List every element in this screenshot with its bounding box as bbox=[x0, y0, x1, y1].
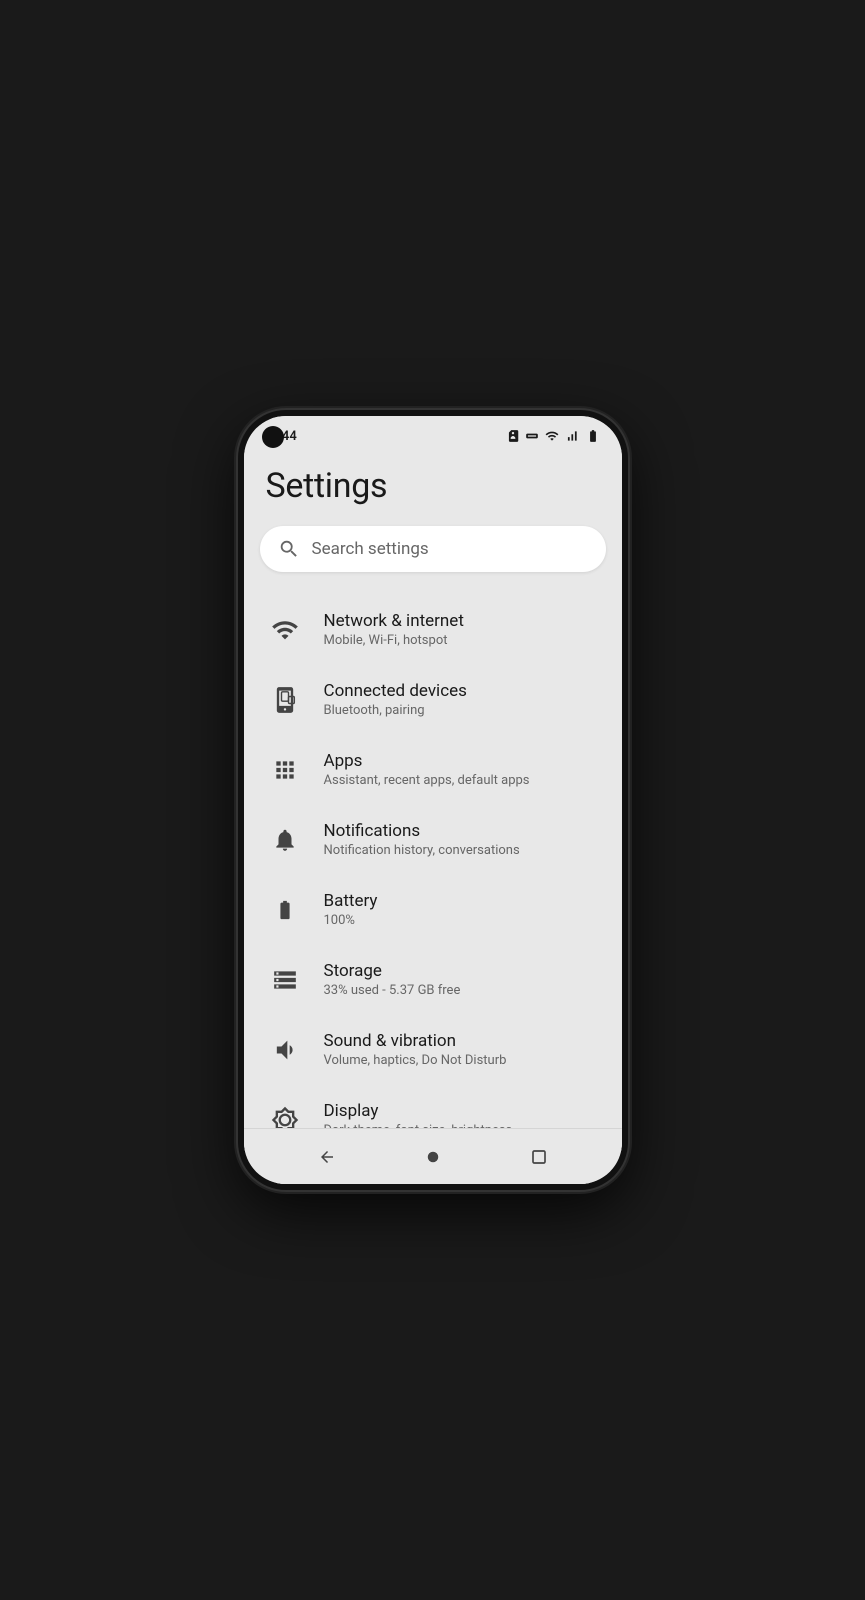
sound-icon bbox=[266, 1031, 304, 1069]
search-bar[interactable]: Search settings bbox=[260, 526, 606, 572]
home-button[interactable] bbox=[415, 1139, 451, 1175]
notifications-subtitle: Notification history, conversations bbox=[324, 843, 600, 860]
scroll-content[interactable]: Settings Search settings bbox=[244, 450, 622, 1184]
nav-bar bbox=[244, 1128, 622, 1184]
notifications-title: Notifications bbox=[324, 820, 600, 842]
network-subtitle: Mobile, Wi-Fi, hotspot bbox=[324, 633, 600, 650]
status-bar: 12:44 bbox=[244, 416, 622, 450]
battery-subtitle: 100% bbox=[324, 913, 600, 930]
battery-text: Battery 100% bbox=[324, 890, 600, 930]
settings-item-connected-devices[interactable]: Connected devices Bluetooth, pairing bbox=[252, 666, 614, 734]
network-text: Network & internet Mobile, Wi-Fi, hotspo… bbox=[324, 610, 600, 650]
wifi-status-icon bbox=[544, 429, 560, 443]
sound-title: Sound & vibration bbox=[324, 1030, 600, 1052]
apps-subtitle: Assistant, recent apps, default apps bbox=[324, 773, 600, 790]
camera-notch bbox=[262, 426, 284, 448]
battery-status-icon bbox=[584, 429, 602, 443]
settings-list: Network & internet Mobile, Wi-Fi, hotspo… bbox=[244, 596, 622, 1154]
recents-button[interactable] bbox=[521, 1139, 557, 1175]
sim-icon bbox=[506, 429, 520, 443]
apps-text: Apps Assistant, recent apps, default app… bbox=[324, 750, 600, 790]
settings-item-sound[interactable]: Sound & vibration Volume, haptics, Do No… bbox=[252, 1016, 614, 1084]
search-placeholder: Search settings bbox=[312, 539, 429, 559]
devices-icon bbox=[266, 681, 304, 719]
battery-title: Battery bbox=[324, 890, 600, 912]
display-title: Display bbox=[324, 1100, 600, 1122]
settings-item-network[interactable]: Network & internet Mobile, Wi-Fi, hotspo… bbox=[252, 596, 614, 664]
notifications-icon bbox=[266, 821, 304, 859]
storage-text: Storage 33% used - 5.37 GB free bbox=[324, 960, 600, 1000]
connected-devices-subtitle: Bluetooth, pairing bbox=[324, 703, 600, 720]
connected-devices-text: Connected devices Bluetooth, pairing bbox=[324, 680, 600, 720]
network-title: Network & internet bbox=[324, 610, 600, 632]
settings-item-storage[interactable]: Storage 33% used - 5.37 GB free bbox=[252, 946, 614, 1014]
apps-title: Apps bbox=[324, 750, 600, 772]
settings-item-apps[interactable]: Apps Assistant, recent apps, default app… bbox=[252, 736, 614, 804]
page-title: Settings bbox=[244, 450, 622, 526]
settings-item-notifications[interactable]: Notifications Notification history, conv… bbox=[252, 806, 614, 874]
phone-frame: 12:44 Settings bbox=[238, 410, 628, 1190]
storage-title: Storage bbox=[324, 960, 600, 982]
status-icons bbox=[506, 429, 602, 443]
phone-screen: 12:44 Settings bbox=[244, 416, 622, 1184]
search-icon bbox=[278, 538, 300, 560]
storage-subtitle: 33% used - 5.37 GB free bbox=[324, 983, 600, 1000]
signal-icon bbox=[565, 429, 579, 443]
storage-icon bbox=[266, 961, 304, 999]
sound-subtitle: Volume, haptics, Do Not Disturb bbox=[324, 1053, 600, 1070]
sound-text: Sound & vibration Volume, haptics, Do No… bbox=[324, 1030, 600, 1070]
wifi-icon bbox=[266, 611, 304, 649]
apps-icon bbox=[266, 751, 304, 789]
settings-item-battery[interactable]: Battery 100% bbox=[252, 876, 614, 944]
back-button[interactable] bbox=[309, 1139, 345, 1175]
battery-icon bbox=[266, 891, 304, 929]
connected-devices-title: Connected devices bbox=[324, 680, 600, 702]
storage-status-icon bbox=[525, 429, 539, 443]
notifications-text: Notifications Notification history, conv… bbox=[324, 820, 600, 860]
